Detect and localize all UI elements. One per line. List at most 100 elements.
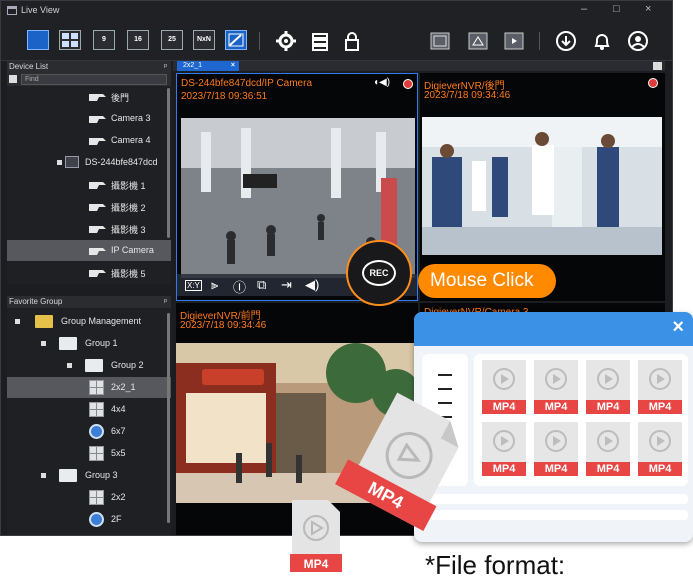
device-tree-icon[interactable] <box>9 75 17 83</box>
pause-icon[interactable]: Ⓘ <box>233 277 246 296</box>
view-item[interactable]: 4x4 <box>7 399 171 420</box>
device-item[interactable]: 攝影機 2 <box>7 196 171 217</box>
rec-button[interactable]: REC <box>346 240 412 306</box>
device-list-scrollbar[interactable] <box>167 88 170 238</box>
aspect-ratio-button[interactable]: X:Y <box>185 280 202 291</box>
view-item-selected[interactable]: 2x2_1 <box>7 377 171 398</box>
layout-16-button[interactable]: 16 <box>127 30 149 50</box>
view-label: 2x2 <box>111 492 126 502</box>
nvr-item[interactable]: DS-244bfe847dcd <box>7 152 171 173</box>
group-label: Group 1 <box>85 338 118 348</box>
layout-2x2-button[interactable] <box>59 30 81 50</box>
collapse-icon[interactable] <box>57 160 62 165</box>
bell-icon[interactable] <box>591 30 613 52</box>
volume-icon[interactable]: ◀) <box>305 277 319 293</box>
lock-icon[interactable] <box>341 30 363 52</box>
group-item[interactable]: Group 1 <box>7 333 171 354</box>
play-icon <box>493 430 515 452</box>
tab-2x2-1[interactable]: 2x2_1 × <box>177 61 239 71</box>
layout-grid-icon <box>89 402 104 417</box>
mp4-tag: MP4 <box>482 462 526 476</box>
view-item[interactable]: 5x5 <box>7 443 171 464</box>
mp4-tag: MP4 <box>586 400 630 414</box>
mp4-file-tile[interactable]: MP4 <box>638 360 682 414</box>
layout-grid-icon <box>89 380 104 395</box>
collapse-icon[interactable] <box>15 319 20 324</box>
camera-icon <box>89 248 106 255</box>
collapse-icon[interactable] <box>67 363 72 368</box>
hospital-scene <box>422 117 662 255</box>
mp4-file-large: MP4 <box>335 392 459 532</box>
device-item-selected[interactable]: IP Camera <box>7 240 171 261</box>
collapse-icon[interactable] <box>41 473 46 478</box>
export-icon[interactable]: ⇥ <box>281 277 292 293</box>
layout-25-button[interactable]: 25 <box>161 30 183 50</box>
device-item[interactable]: 攝影機 1 <box>7 174 171 195</box>
toolbar-separator <box>259 32 260 50</box>
device-label: 攝影機 2 <box>111 203 146 213</box>
favorite-scrollbar[interactable] <box>167 313 170 523</box>
device-item[interactable]: 後門 <box>7 86 171 107</box>
tab-dropdown-icon[interactable] <box>653 62 662 70</box>
tab-close-icon[interactable]: × <box>231 61 235 71</box>
layout-9-button[interactable]: 9 <box>93 30 115 50</box>
play-icon <box>649 430 671 452</box>
video-icon[interactable] <box>503 30 525 52</box>
device-item[interactable]: Camera 3 <box>7 108 171 129</box>
view-tab-bar: 2x2_1 × <box>173 61 665 71</box>
popup-close-icon[interactable]: × <box>672 316 684 339</box>
audio-icon[interactable]: ◖◀) <box>373 77 390 88</box>
layers-icon[interactable] <box>309 30 331 52</box>
layout-nxn-button[interactable]: NxN <box>193 30 215 50</box>
view-item[interactable]: 6x7 <box>7 421 171 442</box>
device-item[interactable]: Camera 4 <box>7 130 171 151</box>
favorite-group-header: Favorite Group ᵖ <box>7 296 171 308</box>
file-format-caption: *File format: <box>425 550 566 580</box>
group-item[interactable]: Group Management <box>7 311 171 332</box>
mp4-file-tile[interactable]: MP4 <box>638 422 682 476</box>
group-item[interactable]: Group 2 <box>7 355 171 376</box>
pin-icon[interactable]: ᵖ <box>164 296 167 308</box>
view-item[interactable]: 2F <box>7 509 171 530</box>
group-item[interactable]: Group 3 <box>7 465 171 486</box>
mp4-file-tile[interactable]: MP4 <box>534 360 578 414</box>
mp4-file-tile[interactable]: MP4 <box>586 360 630 414</box>
mp4-file-tile[interactable]: MP4 <box>482 422 526 476</box>
download-icon[interactable] <box>555 30 577 52</box>
mp4-file-tile[interactable]: MP4 <box>586 422 630 476</box>
device-item[interactable]: 攝影機 3 <box>7 218 171 239</box>
camera-icon <box>89 204 106 211</box>
title-bar: Live View – □ × <box>1 1 672 21</box>
ptz-icon[interactable]: ⫸ <box>211 277 218 293</box>
file-grid: MP4 MP4 MP4 MP4 MP4 MP4 MP4 MP4 <box>474 354 688 486</box>
play-icon <box>597 368 619 390</box>
timestamp-osd: 2023/7/18 09:34:46 <box>180 320 267 331</box>
maximize-button[interactable]: □ <box>613 3 620 15</box>
gear-icon[interactable] <box>275 30 297 52</box>
pin-icon[interactable]: ᵖ <box>164 61 167 73</box>
mp4-tag: MP4 <box>482 400 526 414</box>
view-item[interactable]: 2x2 <box>7 487 171 508</box>
toolbar: 9 16 25 NxN <box>1 21 672 61</box>
device-search-input[interactable]: Find <box>21 74 167 85</box>
group-label: Group 3 <box>85 470 118 480</box>
mp4-tag: MP4 <box>586 462 630 476</box>
close-window-button[interactable]: × <box>645 3 651 15</box>
window-icon <box>7 6 17 15</box>
mouse-click-callout: Mouse Click <box>418 264 556 298</box>
collapse-icon[interactable] <box>41 341 46 346</box>
snapshot-icon[interactable] <box>467 30 489 52</box>
minimize-button[interactable]: – <box>581 3 587 15</box>
user-account-icon[interactable] <box>627 30 649 52</box>
mp4-file-tile[interactable]: MP4 <box>534 422 578 476</box>
custom-layout-button[interactable] <box>225 30 247 50</box>
play-icon <box>597 430 619 452</box>
tab-label: 2x2_1 <box>183 62 203 69</box>
device-item[interactable]: 攝影機 5 <box>7 262 171 283</box>
rec-icon: REC <box>362 260 396 286</box>
view-label: 6x7 <box>111 426 126 436</box>
playback-panel-icon[interactable] <box>429 30 451 52</box>
mp4-file-tile[interactable]: MP4 <box>482 360 526 414</box>
layout-1x1-button[interactable] <box>27 30 49 50</box>
snapshot-button-icon[interactable]: ⧉ <box>257 277 266 293</box>
